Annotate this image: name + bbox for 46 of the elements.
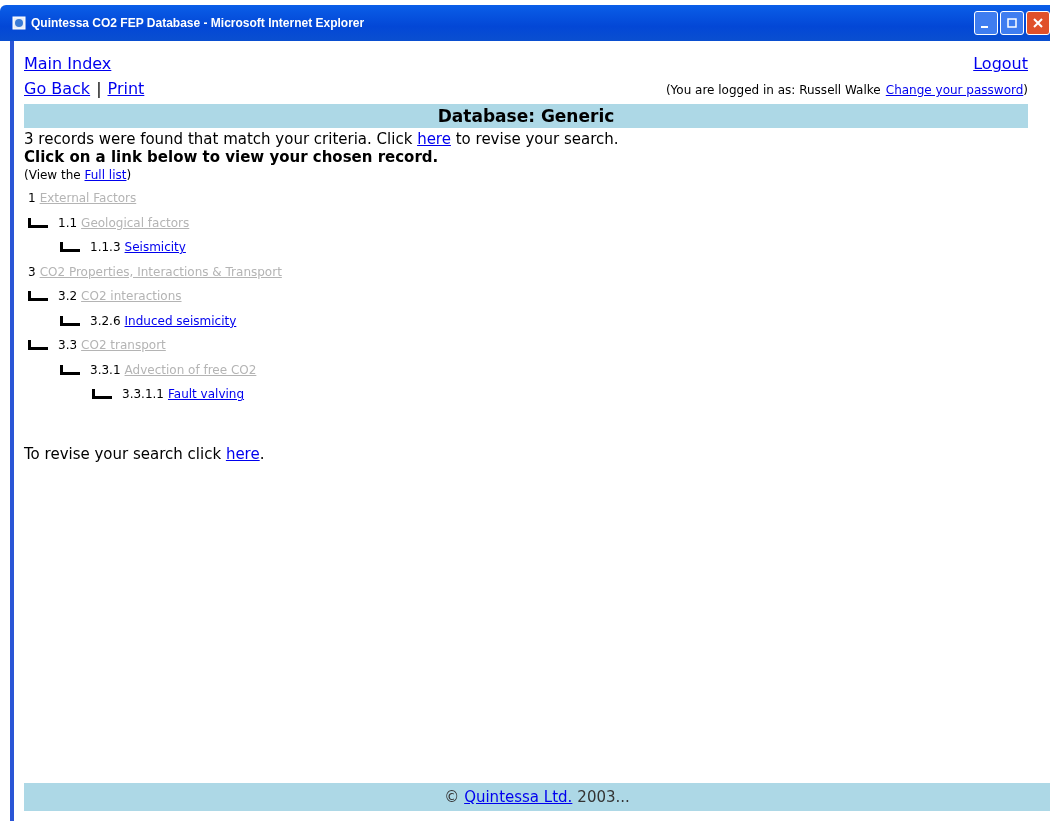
full-list-link[interactable]: Full list <box>84 168 127 182</box>
tree-branch-icon <box>92 389 112 400</box>
maximize-icon <box>1007 18 1017 28</box>
separator: | <box>96 79 102 98</box>
tree-branch-icon <box>60 315 80 326</box>
full-list-note: (View the Full list) <box>24 168 133 182</box>
login-status-end: ) <box>1023 83 1028 97</box>
results-summary: 3 records were found that match your criteria. Click here to revise your search. <box>24 130 620 148</box>
print-link[interactable]: Print <box>107 79 145 98</box>
revise-search-link[interactable]: here <box>225 444 260 463</box>
copyright-year: 2003... <box>577 788 630 806</box>
close-button[interactable] <box>1026 11 1050 35</box>
record-link[interactable]: Fault valving <box>168 387 245 402</box>
tree-branch-icon <box>28 217 48 228</box>
record-number: 3.3.1 <box>90 362 121 377</box>
record-link[interactable]: Seismicity <box>124 240 186 255</box>
login-status: (You are logged in as: Russell Walke <box>665 83 881 97</box>
company-link[interactable]: Quintessa Ltd. <box>464 788 573 806</box>
database-header: Database: Generic <box>24 104 1028 128</box>
change-password-link[interactable]: Change your password <box>885 83 1024 97</box>
browser-icon <box>12 16 26 30</box>
window-title: Quintessa CO2 FEP Database - Microsoft Internet Explorer <box>31 16 365 30</box>
tree-branch-icon <box>60 242 80 253</box>
minimize-icon <box>981 26 988 28</box>
main-index-link[interactable]: Main Index <box>24 54 112 73</box>
revise-search-link[interactable]: here <box>417 130 451 148</box>
instruction-text: Click on a link below to view your chosen record. <box>24 148 440 166</box>
maximize-button[interactable] <box>1000 11 1024 35</box>
tree-branch-icon <box>60 364 80 375</box>
record-number: 1.1 <box>58 215 78 230</box>
record-number: 1 <box>28 191 36 206</box>
go-back-link[interactable]: Go Back <box>24 79 91 98</box>
close-icon <box>1033 18 1043 28</box>
copyright-symbol: © <box>444 788 460 806</box>
record-link[interactable]: Induced seismicity <box>124 313 237 328</box>
tree-branch-icon <box>28 291 48 302</box>
record-number: 3.3 <box>58 338 78 353</box>
record-number: 3.3.1.1 <box>122 387 164 402</box>
record-number: 3 <box>28 264 36 279</box>
revise-search-text: To revise your search click here. <box>24 444 266 463</box>
record-number: 1.1.3 <box>90 240 121 255</box>
minimize-button[interactable] <box>974 11 998 35</box>
record-number: 3.2 <box>58 289 78 304</box>
logout-link[interactable]: Logout <box>973 54 1028 73</box>
tree-branch-icon <box>28 340 48 351</box>
record-number: 3.2.6 <box>90 313 121 328</box>
